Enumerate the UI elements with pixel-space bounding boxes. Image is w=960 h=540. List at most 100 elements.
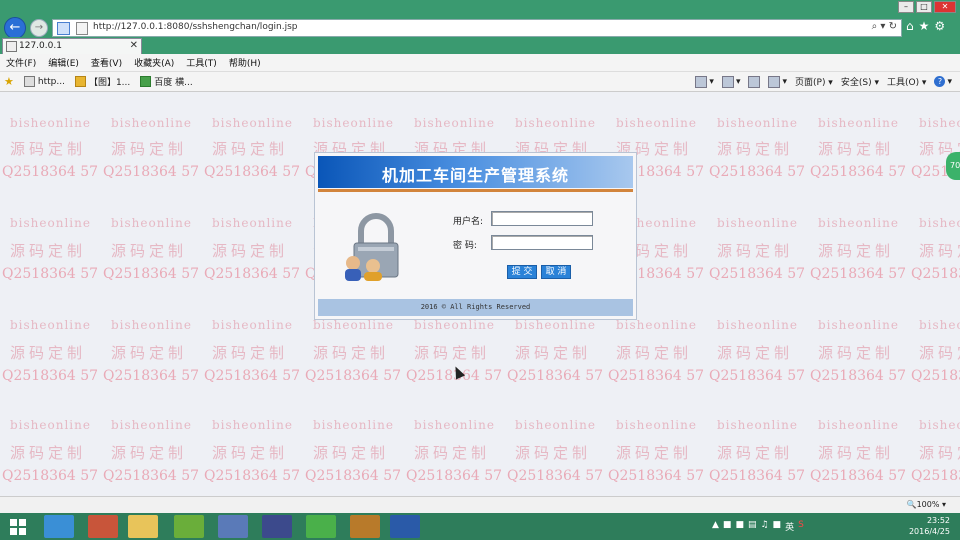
watermark-text: Q2518364 57 — [2, 266, 99, 282]
watermark-text: 源码定制 — [818, 140, 895, 158]
watermark-text: bisheonline — [717, 116, 798, 130]
favorite-item[interactable]: 【图】1... — [74, 75, 130, 88]
login-footer: 2016 © All Rights Reserved — [318, 299, 633, 316]
favorite-item[interactable]: 百度 横... — [140, 75, 193, 88]
watermark-row: bisheonline bisheonline bisheonline bisheon… — [10, 318, 960, 332]
compat-view-icon — [57, 22, 70, 35]
watermark-text: bisheonline — [818, 116, 899, 130]
watermark-text: Q2518364 57 — [507, 368, 604, 384]
watermark-text: 源码定制 — [717, 242, 794, 260]
menu-view[interactable]: 查看(V) — [85, 56, 128, 69]
watermark-row: 源码定制 源码定制 源码定制 源码定制 源码定制 源码定制 源码定制 源码定制 源码定制 源码定制 — [10, 442, 960, 463]
clock[interactable]: 23:52 2016/4/25 — [909, 515, 950, 537]
app-green-icon[interactable] — [174, 515, 204, 538]
menu-favorites[interactable]: 收藏夹(A) — [128, 56, 180, 69]
tray-app-icon[interactable]: ■ — [723, 520, 732, 533]
watermark-text: Q2518364 57 — [2, 368, 99, 384]
ime-indicator[interactable]: 英 — [785, 520, 794, 533]
favorites-star-icon[interactable]: ★ — [4, 75, 14, 88]
zoom-control[interactable]: 🔍100% ▾ — [907, 500, 946, 509]
tray-app-icon[interactable]: ■ — [773, 520, 782, 533]
tray-app-icon[interactable]: ■ — [735, 520, 744, 533]
forward-button[interactable]: → — [30, 19, 48, 37]
watermark-text: Q2518364 57 — [709, 164, 806, 180]
store-icon[interactable] — [88, 515, 118, 538]
start-button[interactable] — [10, 519, 26, 535]
watermark-text: 源码定制 — [414, 344, 491, 362]
remote-icon[interactable] — [218, 515, 248, 538]
watermark-text: bisheonline — [818, 418, 899, 432]
watermark-text: bisheonline — [717, 216, 798, 230]
explorer-icon[interactable] — [128, 515, 158, 538]
watermark-text: bisheonline — [818, 318, 899, 332]
watermark-text: bisheonline — [919, 116, 960, 130]
home-icon — [695, 75, 708, 88]
favorites-star-icon[interactable]: ★ — [919, 19, 930, 33]
network-icon[interactable]: ▤ — [748, 520, 757, 533]
watermark-text: bisheonline — [212, 116, 293, 130]
sogou-icon[interactable]: S — [798, 520, 804, 533]
home-dropdown: ▾ — [709, 76, 714, 87]
feeds-tool[interactable]: ▾ — [721, 75, 741, 88]
volume-icon[interactable]: ♫ — [760, 520, 768, 533]
home-icon[interactable]: ⌂ — [906, 19, 914, 33]
word-icon[interactable] — [390, 515, 420, 538]
status-bar: 🔍100% ▾ — [0, 496, 960, 514]
watermark-text: 源码定制 — [10, 344, 87, 362]
help-tool[interactable]: ? ▾ — [934, 76, 952, 87]
watermark-text: bisheonline — [111, 116, 192, 130]
browser-360-icon[interactable] — [306, 515, 336, 538]
mail-tool[interactable] — [748, 75, 761, 88]
watermark-text: bisheonline — [616, 318, 697, 332]
system-tray: ▲ ■ ■ ▤ ♫ ■ 英 S — [712, 520, 804, 533]
watermark-text: 源码定制 — [515, 344, 592, 362]
watermark-text: bisheonline — [515, 116, 596, 130]
page-menu[interactable]: 页面(P) ▾ — [795, 75, 833, 88]
address-tools[interactable]: ⌕ ▾ ↻ — [872, 21, 897, 32]
url-text[interactable]: http://127.0.0.1:8080/sshshengchan/login… — [93, 22, 298, 32]
safety-menu[interactable]: 安全(S) ▾ — [841, 75, 879, 88]
watermark-text: Q2518364 57 — [709, 266, 806, 282]
watermark-text: 源码定制 — [919, 344, 960, 362]
ie-icon[interactable] — [44, 515, 74, 538]
tools-menu[interactable]: 工具(O) ▾ — [887, 75, 927, 88]
password-input[interactable] — [491, 235, 593, 250]
feeds-dropdown: ▾ — [735, 76, 741, 87]
back-button[interactable]: ← — [4, 17, 26, 39]
eclipse-icon[interactable] — [262, 515, 292, 538]
submit-button[interactable]: 提 交 — [507, 265, 537, 279]
watermark-text: bisheonline — [414, 318, 495, 332]
side-badge[interactable]: 70 — [946, 152, 960, 180]
menu-edit[interactable]: 编辑(E) — [42, 56, 85, 69]
menu-tools[interactable]: 工具(T) — [180, 56, 223, 69]
help-dropdown: ▾ — [947, 76, 952, 87]
settings-gear-icon[interactable]: ⚙ — [934, 19, 945, 33]
tab-current[interactable]: 127.0.0.1 ✕ — [2, 38, 142, 55]
tray-arrow-icon[interactable]: ▲ — [712, 520, 719, 533]
watermark-text: bisheonline — [717, 418, 798, 432]
watermark-text: 源码定制 — [313, 344, 390, 362]
minimize-button[interactable]: – — [898, 1, 914, 13]
watermark-text: Q2518364 57 — [204, 266, 301, 282]
print-tool[interactable]: ▾ — [768, 75, 787, 88]
close-button[interactable]: ✕ — [934, 1, 956, 13]
watermark-text: 源码定制 — [212, 140, 289, 158]
favorite-item[interactable]: http... — [23, 76, 65, 87]
watermark-text: 源码定制 — [212, 344, 289, 362]
close-icon[interactable]: ✕ — [130, 40, 138, 51]
maximize-button[interactable]: □ — [916, 1, 932, 13]
cancel-button[interactable]: 取 消 — [541, 265, 571, 279]
watermark-text: Q2518364 57 — [810, 468, 907, 484]
watermark-text: Q2518364 57 — [103, 266, 200, 282]
watermark-text: Q2518364 57 — [709, 468, 806, 484]
address-bar[interactable]: http://127.0.0.1:8080/sshshengchan/login… — [52, 19, 902, 37]
watermark-text: bisheonline — [10, 216, 91, 230]
watermark-text: bisheonline — [10, 116, 91, 130]
watermark-text: 源码定制 — [111, 242, 188, 260]
book-icon[interactable] — [350, 515, 380, 538]
menu-file[interactable]: 文件(F) — [0, 56, 42, 69]
menu-help[interactable]: 帮助(H) — [223, 56, 267, 69]
username-input[interactable] — [491, 211, 593, 226]
watermark-text: 源码定制 — [818, 344, 895, 362]
home-tool[interactable]: ▾ — [695, 75, 714, 88]
